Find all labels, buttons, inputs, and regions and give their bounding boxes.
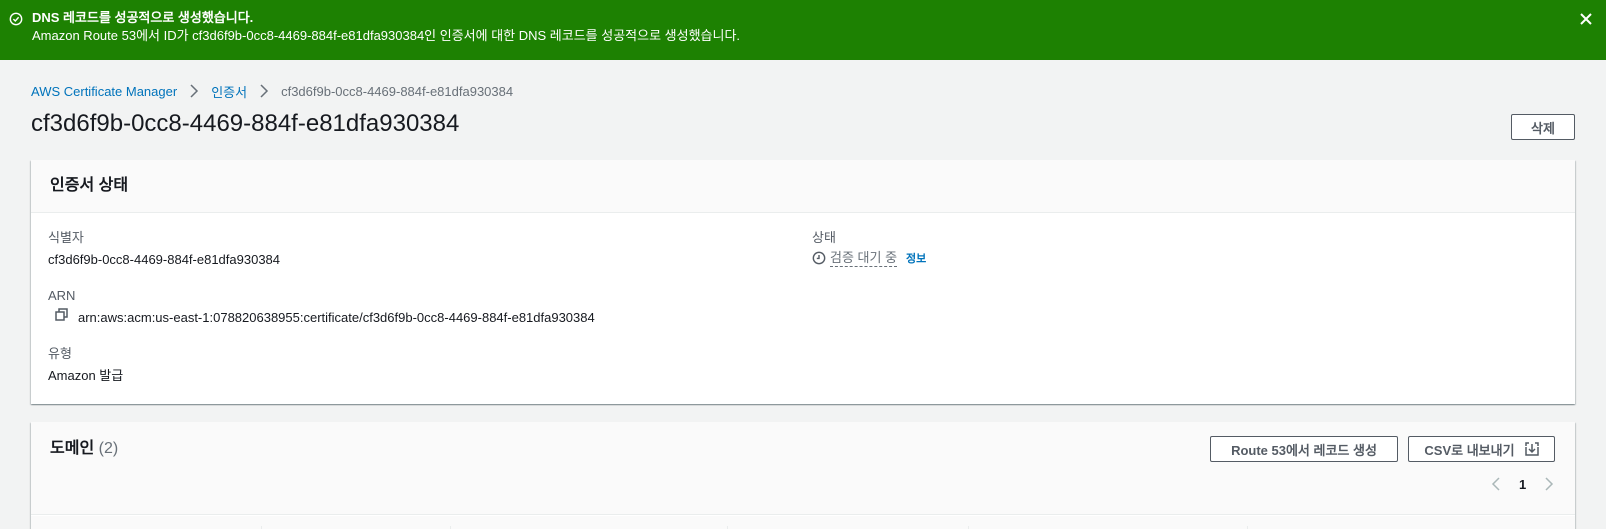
- type-value: Amazon 발급: [48, 368, 124, 383]
- create-route53-records-button[interactable]: Route 53에서 레코드 생성: [1210, 436, 1398, 462]
- check-circle-icon: [9, 12, 23, 26]
- breadcrumb-acm[interactable]: AWS Certificate Manager: [31, 84, 177, 99]
- chevron-right-icon: [260, 84, 269, 98]
- delete-button[interactable]: 삭제: [1511, 114, 1575, 140]
- flash-title: DNS 레코드를 성공적으로 생성했습니다.: [32, 10, 254, 25]
- breadcrumb-certificates[interactable]: 인증서: [211, 82, 247, 101]
- page-number[interactable]: 1: [1519, 477, 1526, 492]
- pagination: 1: [1491, 474, 1554, 494]
- info-link[interactable]: 정보: [906, 250, 926, 266]
- certificate-status-panel: 인증서 상태 식별자 cf3d6f9b-0cc8-4469-884f-e81df…: [31, 160, 1575, 404]
- panel-header: 인증서 상태: [31, 160, 1575, 213]
- flash-message: Amazon Route 53에서 ID가 cf3d6f9b-0cc8-4469…: [32, 28, 741, 43]
- arn-label: ARN: [48, 288, 76, 303]
- csv-button-label: CSV로 내보내기: [1424, 442, 1515, 458]
- identifier-label: 식별자: [48, 230, 84, 245]
- type-label: 유형: [48, 346, 72, 361]
- domains-count: (2): [98, 440, 119, 457]
- domains-panel: 도메인 (2) Route 53에서 레코드 생성 CSV로 내보내기 1: [31, 422, 1575, 529]
- status-value[interactable]: 검증 대기 중: [830, 250, 898, 267]
- download-icon: [1524, 442, 1539, 456]
- table-header: [31, 516, 1575, 529]
- copy-icon[interactable]: [55, 308, 69, 322]
- chevron-left-icon[interactable]: [1491, 477, 1501, 491]
- chevron-right-icon[interactable]: [1544, 477, 1554, 491]
- domains-title: 도메인 (2): [50, 439, 118, 459]
- export-csv-button[interactable]: CSV로 내보내기: [1408, 436, 1555, 462]
- arn-value: arn:aws:acm:us-east-1:078820638955:certi…: [78, 310, 595, 325]
- breadcrumb: AWS Certificate Manager 인증서 cf3d6f9b-0cc…: [31, 82, 513, 100]
- route53-button-label: Route 53에서 레코드 생성: [1231, 442, 1377, 458]
- status-indicator: 검증 대기 중 정보: [812, 249, 926, 267]
- domains-title-text: 도메인: [50, 440, 95, 457]
- close-icon[interactable]: [1578, 11, 1594, 27]
- clock-icon: [812, 251, 826, 265]
- panel-title: 인증서 상태: [50, 177, 129, 194]
- breadcrumb-current: cf3d6f9b-0cc8-4469-884f-e81dfa930384: [281, 83, 514, 99]
- page-title: cf3d6f9b-0cc8-4469-884f-e81dfa930384: [31, 110, 460, 137]
- identifier-value: cf3d6f9b-0cc8-4469-884f-e81dfa930384: [48, 252, 281, 267]
- success-flash-banner: DNS 레코드를 성공적으로 생성했습니다. Amazon Route 53에서…: [0, 0, 1606, 60]
- status-label: 상태: [812, 230, 836, 245]
- panel-header: 도메인 (2) Route 53에서 레코드 생성 CSV로 내보내기 1: [31, 422, 1575, 515]
- chevron-right-icon: [190, 84, 199, 98]
